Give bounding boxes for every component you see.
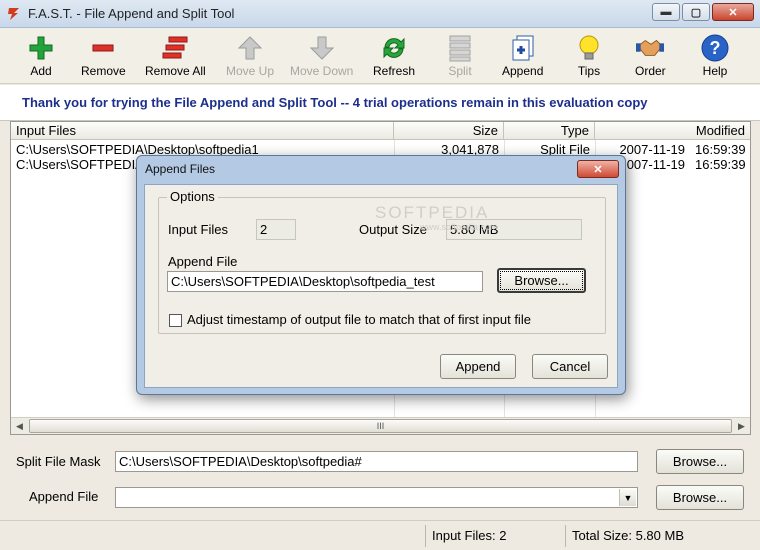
output-size-label: Output Size — [359, 222, 427, 237]
app-logo-icon — [6, 6, 22, 22]
plus-icon — [27, 34, 55, 62]
tips-label: Tips — [577, 64, 601, 78]
help-button[interactable]: ? Help — [701, 34, 729, 82]
move-up-label: Move Up — [226, 64, 275, 78]
help-icon: ? — [701, 34, 729, 62]
row-time: 16:59:39 — [695, 142, 746, 157]
split-mask-browse-button[interactable]: Browse... — [656, 449, 744, 474]
dialog-browse-button[interactable]: Browse... — [497, 268, 586, 293]
append-button[interactable]: Append — [502, 34, 543, 82]
watermark: SOFTPEDIA — [375, 203, 490, 222]
title-bar: F.A.S.T. - File Append and Split Tool ▬ … — [0, 0, 760, 28]
watermark-url: www.softpedia.com — [420, 222, 498, 232]
refresh-label: Refresh — [373, 64, 416, 78]
append-file-browse-button[interactable]: Browse... — [656, 485, 744, 510]
remove-all-label: Remove All — [145, 64, 206, 78]
remove-all-icon — [161, 34, 189, 62]
column-modified[interactable]: Modified — [595, 122, 750, 140]
status-total-size: Total Size: 5.80 MB — [565, 525, 755, 547]
dialog-close-button[interactable]: ✕ — [577, 160, 619, 178]
status-bar: Input Files: 2 Total Size: 5.80 MB — [0, 520, 760, 550]
minus-icon — [89, 34, 117, 62]
adjust-timestamp-label[interactable]: Adjust timestamp of output file to match… — [187, 312, 531, 327]
options-legend: Options — [167, 189, 218, 204]
split-icon — [446, 34, 474, 62]
maximize-button[interactable]: ▢ — [682, 3, 710, 21]
refresh-button[interactable]: Refresh — [373, 34, 415, 82]
dialog-title: Append Files — [145, 162, 216, 176]
move-down-button[interactable]: Move Down — [290, 34, 353, 82]
split-mask-label: Split File Mask — [16, 454, 101, 469]
append-file-label: Append File — [29, 489, 99, 504]
tips-button[interactable]: Tips — [575, 34, 603, 82]
column-size[interactable]: Size — [394, 122, 504, 140]
dialog-append-button[interactable]: Append — [440, 354, 516, 379]
order-label: Order — [635, 64, 666, 78]
scroll-thumb[interactable]: III — [29, 419, 732, 433]
split-label: Split — [448, 64, 472, 78]
handshake-icon — [636, 34, 665, 62]
move-up-button[interactable]: Move Up — [226, 34, 274, 82]
append-file-combo[interactable]: ▼ — [115, 487, 638, 508]
row-time: 16:59:39 — [695, 157, 746, 172]
split-mask-input[interactable]: C:\Users\SOFTPEDIA\Desktop\softpedia# — [115, 451, 638, 472]
add-label: Add — [30, 64, 52, 78]
scroll-right-icon[interactable]: ▶ — [733, 418, 750, 434]
toolbar: Add Remove Remove All Move Up Move Down … — [0, 28, 760, 84]
lightbulb-icon — [575, 34, 603, 62]
column-input-files[interactable]: Input Files — [11, 122, 394, 140]
horizontal-scrollbar[interactable]: ◀ III ▶ — [11, 417, 750, 434]
add-button[interactable]: Add — [27, 34, 55, 82]
remove-all-button[interactable]: Remove All — [145, 34, 206, 82]
append-files-dialog: Append Files ✕ Options Input Files 2 Out… — [136, 155, 626, 395]
move-down-label: Move Down — [290, 64, 354, 78]
trial-banner: Thank you for trying the File Append and… — [0, 85, 760, 121]
input-files-readout: 2 — [256, 219, 296, 240]
dialog-cancel-button[interactable]: Cancel — [532, 354, 608, 379]
arrow-up-icon — [236, 34, 264, 62]
remove-label: Remove — [81, 64, 126, 78]
close-button[interactable]: ✕ — [712, 3, 754, 21]
list-header: Input Files Size Type Modified — [11, 122, 750, 140]
status-input-files: Input Files: 2 — [425, 525, 561, 547]
order-button[interactable]: Order — [635, 34, 666, 82]
scroll-left-icon[interactable]: ◀ — [11, 418, 28, 434]
append-file-label: Append File — [168, 254, 238, 269]
remove-button[interactable]: Remove — [81, 34, 126, 82]
window-title: F.A.S.T. - File Append and Split Tool — [28, 6, 235, 21]
svg-text:?: ? — [710, 38, 721, 58]
dialog-append-file-input[interactable]: C:\Users\SOFTPEDIA\Desktop\softpedia_tes… — [167, 271, 483, 292]
help-label: Help — [702, 64, 728, 78]
append-icon — [509, 34, 537, 62]
adjust-timestamp-checkbox[interactable] — [169, 314, 182, 327]
append-label: Append — [502, 64, 544, 78]
input-files-label: Input Files — [168, 222, 228, 237]
arrow-down-icon — [308, 34, 336, 62]
chevron-down-icon[interactable]: ▼ — [619, 489, 636, 506]
column-type[interactable]: Type — [504, 122, 595, 140]
minimize-button[interactable]: ▬ — [652, 3, 680, 21]
refresh-icon — [380, 34, 408, 62]
split-button[interactable]: Split — [446, 34, 474, 82]
